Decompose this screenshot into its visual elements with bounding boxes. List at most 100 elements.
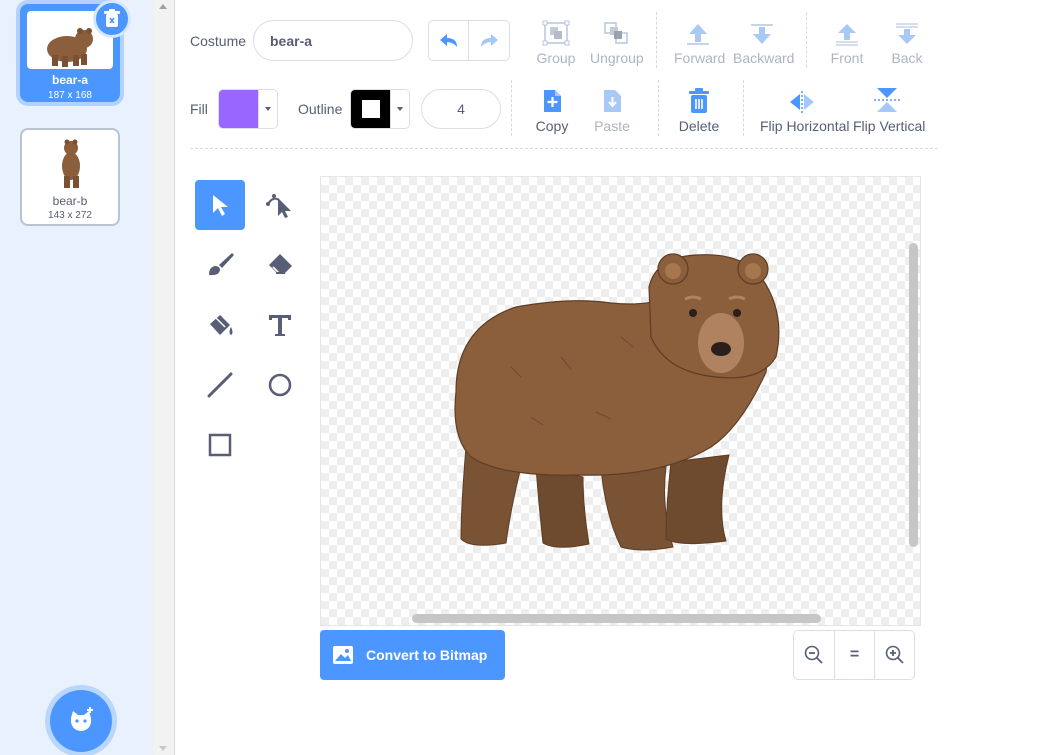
- front-button[interactable]: Front: [828, 18, 866, 66]
- fill-tool[interactable]: [195, 300, 245, 350]
- fill-swatch: [219, 90, 259, 128]
- copy-icon: [544, 90, 561, 112]
- undo-button[interactable]: [429, 21, 470, 60]
- group-icon: [542, 20, 570, 46]
- select-arrow-icon: [213, 195, 228, 216]
- canvas-horizontal-scrollbar[interactable]: [412, 614, 821, 623]
- rectangle-icon: [208, 433, 232, 457]
- divider: [743, 80, 744, 136]
- flip-horizontal-button[interactable]: Flip Horizontal: [760, 86, 850, 134]
- scroll-up-arrow-icon[interactable]: [159, 4, 167, 9]
- copy-button[interactable]: Copy: [532, 86, 572, 134]
- select-tool[interactable]: [195, 180, 245, 230]
- trash-icon: [689, 88, 709, 113]
- bitmap-image-icon: [333, 646, 353, 664]
- fill-label: Fill: [190, 101, 208, 117]
- zoom-reset-icon: =: [849, 646, 860, 663]
- forward-label: Forward: [674, 50, 726, 66]
- outline-swatch: [351, 90, 391, 128]
- flip-vertical-icon: [874, 88, 900, 112]
- divider: [806, 12, 807, 68]
- zoom-out-button[interactable]: [794, 631, 834, 679]
- costume-list-scrollbar[interactable]: [153, 0, 175, 755]
- copy-label: Copy: [535, 118, 569, 134]
- flip-horizontal-icon: [790, 91, 814, 113]
- back-button[interactable]: Back: [888, 18, 926, 66]
- reshape-icon: [266, 194, 291, 218]
- costume-label: Costume: [190, 33, 247, 49]
- convert-to-bitmap-button[interactable]: Convert to Bitmap: [320, 630, 505, 680]
- fill-color-picker[interactable]: [218, 89, 278, 129]
- text-tool[interactable]: [255, 300, 305, 350]
- circle-tool[interactable]: [255, 360, 305, 410]
- line-icon: [207, 372, 233, 398]
- line-tool[interactable]: [195, 360, 245, 410]
- costume-size: 187 x 168: [48, 90, 92, 101]
- flip-vertical-label: Flip Vertical: [853, 118, 926, 134]
- costume-tile-2[interactable]: 2 bear-b 143 x 272: [20, 128, 120, 226]
- costume-name: bear-b: [52, 194, 88, 208]
- rectangle-tool[interactable]: [195, 420, 245, 470]
- brush-tool[interactable]: [195, 240, 245, 290]
- costume-thumbnail: [26, 134, 112, 192]
- reshape-tool[interactable]: [255, 180, 305, 230]
- bear-thumbnail-icon: [47, 28, 93, 67]
- zoom-in-icon: [885, 645, 904, 664]
- outline-dropdown-icon[interactable]: [390, 90, 409, 128]
- delete-button[interactable]: Delete: [678, 86, 720, 134]
- undo-redo-group: [428, 20, 510, 61]
- canvas-vertical-scrollbar[interactable]: [909, 243, 918, 547]
- ungroup-icon: [604, 22, 628, 44]
- backward-button[interactable]: Backward: [733, 18, 795, 66]
- delete-label: Delete: [678, 118, 720, 134]
- undo-icon: [439, 33, 457, 47]
- paste-icon: [604, 90, 621, 112]
- zoom-reset-button[interactable]: =: [834, 631, 874, 679]
- paint-bucket-icon: [210, 315, 233, 335]
- circle-icon: [268, 373, 292, 397]
- costume-size: 143 x 272: [48, 210, 92, 221]
- front-icon: [836, 24, 858, 46]
- zoom-controls: =: [793, 630, 915, 680]
- ungroup-button[interactable]: Ungroup: [590, 18, 644, 66]
- back-icon: [896, 23, 918, 44]
- backward-icon: [751, 24, 773, 44]
- trash-icon: [104, 9, 120, 27]
- redo-icon: [481, 33, 498, 47]
- costume-name-input[interactable]: [253, 20, 413, 61]
- zoom-in-button[interactable]: [874, 631, 914, 679]
- ungroup-label: Ungroup: [590, 50, 644, 66]
- redo-button[interactable]: [469, 21, 509, 60]
- eraser-tool[interactable]: [255, 240, 305, 290]
- backward-label: Backward: [733, 50, 795, 66]
- convert-to-bitmap-label: Convert to Bitmap: [366, 647, 488, 663]
- bear-standing-icon: [62, 139, 80, 188]
- group-label: Group: [536, 50, 576, 66]
- group-button[interactable]: Group: [536, 18, 576, 66]
- outline-label: Outline: [298, 101, 343, 117]
- divider: [656, 12, 657, 68]
- flip-horizontal-label: Flip Horizontal: [760, 118, 850, 134]
- paint-canvas[interactable]: [320, 176, 921, 626]
- flip-vertical-button[interactable]: Flip Vertical: [853, 86, 926, 134]
- forward-icon: [687, 24, 709, 45]
- bear-costume-image: [454, 253, 780, 551]
- delete-costume-button[interactable]: [93, 0, 131, 38]
- fill-dropdown-icon[interactable]: [258, 90, 277, 128]
- scroll-down-arrow-icon[interactable]: [159, 746, 167, 751]
- costume-list: 1 bear-a 187 x 168: [0, 0, 153, 755]
- zoom-out-icon: [804, 645, 823, 664]
- paste-label: Paste: [594, 118, 630, 134]
- add-costume-button[interactable]: [50, 690, 112, 752]
- divider: [658, 80, 659, 136]
- paste-button[interactable]: Paste: [592, 86, 632, 134]
- outline-color-picker[interactable]: [350, 89, 410, 129]
- forward-button[interactable]: Forward: [674, 18, 726, 66]
- front-label: Front: [830, 50, 864, 66]
- costume-name: bear-a: [51, 73, 89, 87]
- text-t-icon: [269, 315, 291, 336]
- outline-width-input[interactable]: [421, 89, 501, 129]
- toolbar-divider: [190, 148, 938, 149]
- divider: [511, 80, 512, 136]
- eraser-icon: [269, 254, 292, 276]
